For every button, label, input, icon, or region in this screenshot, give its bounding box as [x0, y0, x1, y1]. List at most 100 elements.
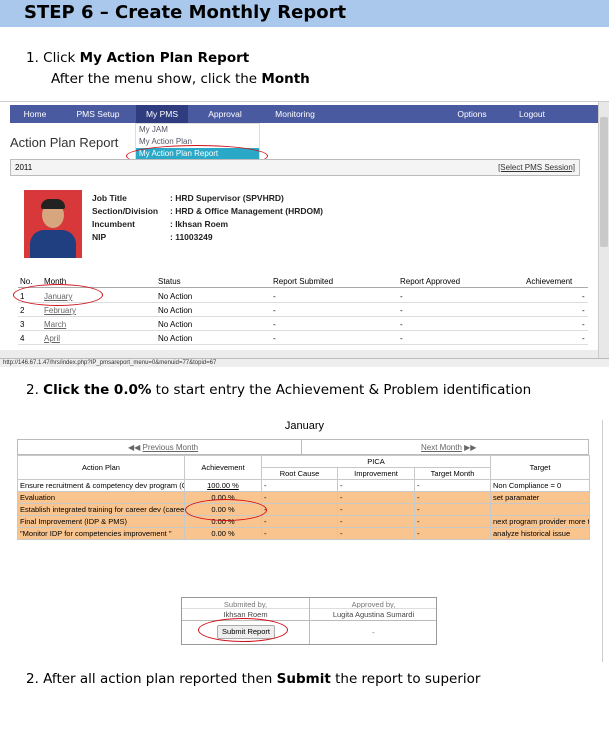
col-target: Target — [490, 455, 591, 480]
previous-month-link[interactable]: ◀◀ Previous Month — [128, 443, 198, 452]
status-bar: http://146.67.1.47/hrs/index.php?IP_pmsa… — [0, 358, 609, 367]
value-section: : HRD & Office Management (HRDOM) — [170, 206, 324, 216]
improvement-cell: - — [337, 503, 415, 516]
improvement-cell: - — [337, 491, 415, 504]
month-link-april[interactable]: April — [44, 334, 60, 343]
action-plan-table: Action Plan Achievement PICA Target Root… — [17, 455, 591, 540]
screenshot-action-plan-report: Home PMS Setup My PMS Approval Monitorin… — [0, 101, 609, 367]
row-no: 2 — [20, 306, 25, 315]
instruction-3-prefix: 2. After all action plan reported then — [26, 671, 277, 687]
achievement-link[interactable]: 100.00 % — [184, 479, 262, 492]
month-link-february[interactable]: February — [44, 306, 76, 315]
table-row: 2 February No Action - - - — [18, 303, 588, 317]
window-edge — [602, 420, 603, 662]
label-incumbent: Incumbent — [92, 219, 135, 229]
col-report-approved: Report Approved — [400, 277, 461, 286]
month-title: January — [284, 420, 325, 432]
label-job-title: Job Title — [92, 193, 127, 203]
step-title: STEP 6 – Create Monthly Report — [24, 2, 347, 23]
col-target-month: Target Month — [413, 467, 492, 480]
menu-my-jam[interactable]: My JAM — [136, 124, 259, 136]
page-title: Action Plan Report — [10, 135, 119, 150]
nav-options[interactable]: Options — [446, 105, 498, 123]
nav-monitoring[interactable]: Monitoring — [262, 105, 328, 123]
improvement-cell: - — [337, 479, 415, 492]
nav-divider — [301, 440, 302, 454]
previous-month-label: Previous Month — [142, 443, 199, 452]
action-plan-name: Ensure recruitment & competency dev prog… — [17, 479, 185, 492]
row-approved: - — [400, 306, 403, 315]
improvement-cell: - — [337, 527, 415, 540]
root-cause-cell: - — [261, 491, 338, 504]
target-cell: Non Compliance = 0 — [490, 479, 591, 492]
row-status: No Action — [158, 292, 193, 301]
table-row: Ensure recruitment & competency dev prog… — [17, 479, 591, 492]
next-month-link[interactable]: Next Month ▶▶ — [421, 443, 476, 452]
annotation-oval-submit — [198, 618, 288, 642]
chevron-right-icon: ▶▶ — [464, 443, 477, 452]
value-incumbent: : Ikhsan Roem — [170, 219, 229, 229]
instruction-3-bold: Submit — [276, 671, 331, 687]
employee-photo — [24, 190, 82, 258]
value-job-title: : HRD Supervisor (SPVHRD) — [170, 193, 284, 203]
horizontal-scrollbar[interactable] — [0, 350, 598, 358]
month-link-march[interactable]: March — [44, 320, 66, 329]
instruction-1-bold: My Action Plan Report — [79, 50, 250, 66]
row-achievement: - — [582, 320, 585, 329]
value-nip: : 11003249 — [170, 232, 213, 242]
annotation-oval-january — [13, 284, 103, 306]
table-row: "Monitor IDP for competencies improvemen… — [17, 527, 591, 540]
divider — [309, 598, 310, 644]
row-status: No Action — [158, 334, 193, 343]
table-row: 3 March No Action - - - — [18, 317, 588, 331]
instruction-1-line2-bold: Month — [261, 71, 310, 87]
row-submitted: - — [273, 334, 276, 343]
session-year: 2011 — [15, 163, 33, 172]
instruction-2-bold: Click the 0.0% — [43, 382, 152, 398]
root-cause-cell: - — [261, 515, 338, 528]
vertical-scrollbar[interactable] — [598, 102, 609, 358]
instruction-2: 2. Click the 0.0% to start entry the Ach… — [26, 382, 531, 398]
instruction-2-prefix: 2. — [26, 382, 44, 398]
achievement-link[interactable]: 0.00 % — [184, 527, 262, 540]
report-list-header: No. Month Status Report Submited Report … — [18, 274, 588, 288]
row-achievement: - — [582, 306, 585, 315]
table-row: Evaluation 0.00 % - - - set paramater — [17, 491, 591, 504]
instruction-3: 2. After all action plan reported then S… — [26, 671, 480, 687]
nav-home[interactable]: Home — [10, 105, 60, 123]
annotation-oval-achievement — [185, 499, 267, 521]
instruction-1-line2: After the menu show, click the Month — [51, 71, 310, 87]
nav-pms-setup[interactable]: PMS Setup — [66, 105, 130, 123]
root-cause-cell: - — [261, 503, 338, 516]
table-row: 4 April No Action - - - — [18, 331, 588, 345]
col-status: Status — [158, 277, 181, 286]
instruction-2-suffix: to start entry the Achievement & Problem… — [151, 382, 532, 398]
scrollbar-thumb[interactable] — [600, 117, 608, 247]
row-no: 4 — [20, 334, 25, 343]
instruction-1-line2-prefix: After the menu show, click the — [51, 71, 262, 87]
action-plan-name: Evaluation — [17, 491, 185, 504]
nav-logout[interactable]: Logout — [506, 105, 558, 123]
target-cell: next program provider more t — [490, 515, 591, 528]
col-improvement: Improvement — [337, 467, 415, 480]
instruction-1: 1. Click My Action Plan Report — [26, 50, 249, 66]
col-action-plan: Action Plan — [17, 455, 185, 480]
root-cause-cell: - — [261, 479, 338, 492]
instruction-1-prefix: 1. Click — [26, 50, 80, 66]
action-plan-name: Establish integrated training for career… — [17, 503, 185, 516]
step-header: STEP 6 – Create Monthly Report — [0, 0, 609, 27]
row-approved: - — [400, 292, 403, 301]
table-row: 1 January No Action - - - — [18, 289, 588, 303]
session-bar: 2011 [Select PMS Session] — [10, 159, 580, 176]
col-pica: PICA — [260, 455, 492, 468]
select-pms-session-link[interactable]: [Select PMS Session] — [498, 163, 575, 172]
row-status: No Action — [158, 320, 193, 329]
nav-my-pms[interactable]: My PMS — [136, 105, 188, 123]
nav-approval[interactable]: Approval — [196, 105, 254, 123]
target-month-cell: - — [413, 515, 492, 528]
col-no: No. — [20, 277, 33, 286]
col-achievement: Achievement — [526, 277, 573, 286]
row-no: 3 — [20, 320, 25, 329]
row-submitted: - — [273, 306, 276, 315]
table-row: Final Improvement (IDP & PMS) 0.00 % - -… — [17, 515, 591, 528]
